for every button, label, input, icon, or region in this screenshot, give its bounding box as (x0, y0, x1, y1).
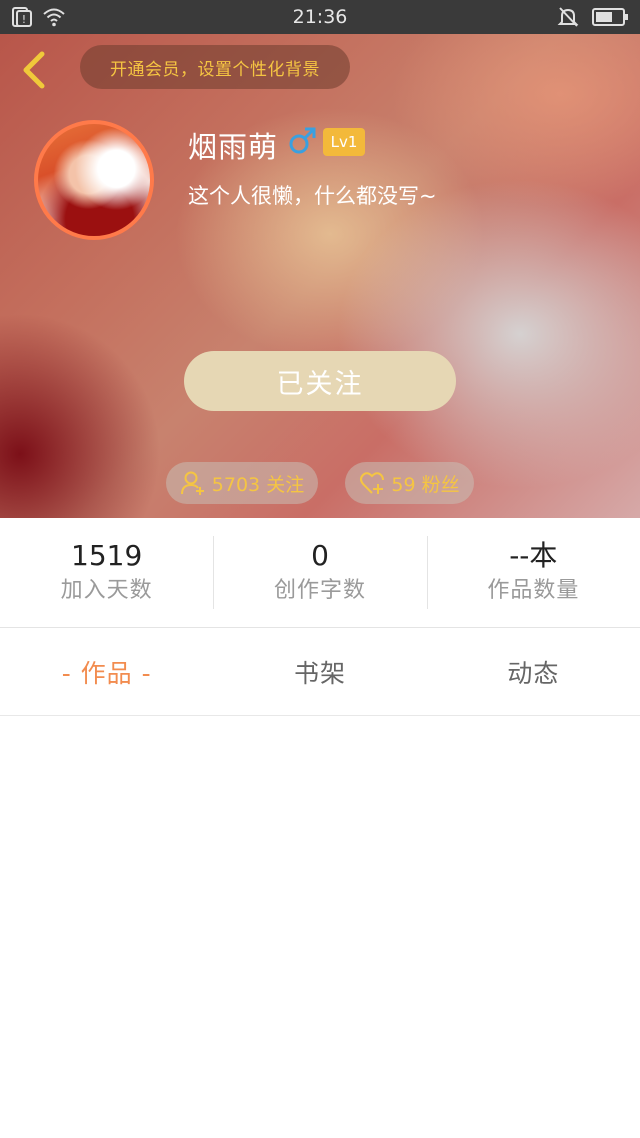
back-button[interactable] (18, 50, 50, 90)
stat-label: 创作字数 (273, 577, 366, 603)
notification-icon: ! (12, 7, 32, 27)
silent-bell-icon (557, 7, 579, 27)
stat-label: 作品数量 (487, 577, 580, 603)
svg-text:!: ! (22, 13, 26, 26)
wifi-icon (43, 8, 65, 27)
status-time: 21:36 (292, 6, 348, 28)
bio: 这个人很懒，什么都没写~ (188, 184, 437, 208)
tab-works[interactable]: - 作品 - (0, 629, 213, 715)
stats-row: 1519 加入天数 0 创作字数 --本 作品数量 (0, 518, 640, 628)
heart-add-icon (360, 472, 385, 494)
follow-button[interactable]: 已关注 (184, 351, 456, 411)
username: 烟雨萌 (188, 130, 279, 164)
user-add-icon (180, 471, 204, 495)
fans-button[interactable]: 59 粉丝 (345, 462, 474, 504)
status-bar: ! 21:36 (0, 0, 640, 34)
tab-content-area (0, 716, 640, 1138)
stat-works-count: --本 作品数量 (426, 518, 640, 627)
battery-icon (592, 8, 628, 26)
vip-banner[interactable]: 开通会员，设置个性化背景 (80, 45, 350, 89)
stat-word-count: 0 创作字数 (213, 518, 426, 627)
profile-header (0, 34, 640, 518)
fans-count: 59 粉丝 (391, 473, 460, 496)
stat-value: 1519 (71, 538, 143, 572)
tab-bookshelf[interactable]: 书架 (213, 629, 426, 715)
status-left-icons: ! (10, 6, 66, 28)
avatar[interactable] (34, 120, 154, 240)
level-badge: Lv1 (323, 128, 365, 156)
following-count: 5703 关注 (211, 473, 305, 496)
following-button[interactable]: 5703 关注 (166, 462, 318, 504)
stat-label: 加入天数 (60, 577, 153, 603)
status-right-icons (556, 6, 630, 28)
chevron-left-icon (23, 51, 45, 89)
stat-value: --本 (509, 538, 558, 572)
stat-join-days: 1519 加入天数 (0, 518, 213, 627)
tab-bar: - 作品 - 书架 动态 (0, 629, 640, 716)
tab-activity[interactable]: 动态 (427, 629, 640, 715)
stat-value: 0 (311, 538, 329, 572)
male-icon (289, 127, 316, 154)
